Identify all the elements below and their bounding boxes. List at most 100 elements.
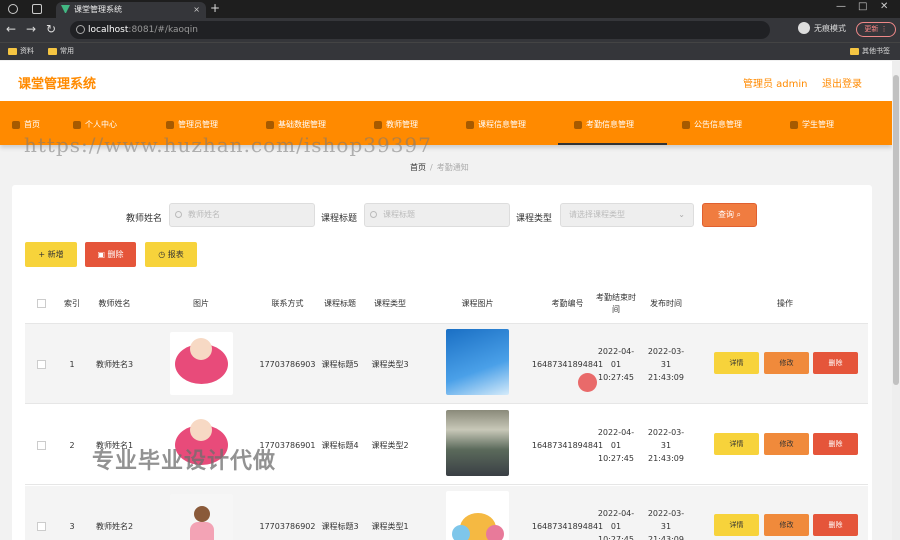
cell-course-type: 课程类型1 [371,521,409,531]
course-image [446,329,509,395]
nav-item-admins[interactable]: 管理员管理 [166,119,218,130]
search-icon [370,211,377,218]
search-button[interactable]: 查询 ⌕ [702,203,757,227]
cell-contact: 17703786902 [259,521,316,531]
nav-item-notices[interactable]: 公告信息管理 [682,119,742,130]
detail-button[interactable]: 详情 [714,433,759,455]
row-checkbox[interactable] [37,441,46,450]
delete-button[interactable]: ▣ 删除 [85,242,136,267]
logout-link[interactable]: 退出登录 [822,75,862,90]
photo-shape [190,338,212,360]
cell-course-type: 课程类型3 [371,359,409,369]
edit-button[interactable]: 修改 [764,352,809,374]
folder-icon [8,47,17,55]
course-type-select[interactable]: 请选择课程类型 ⌄ [560,203,694,227]
teacher-name-input[interactable]: 教师姓名 [169,203,315,227]
vue-favicon-icon [61,5,70,14]
cell-course-type: 课程类型2 [371,440,409,450]
scrollbar-thumb[interactable] [893,75,899,385]
browser-tab[interactable]: 课堂管理系统 × [56,2,206,18]
search-button-label: 查询 [717,210,734,219]
nav-item-attendance[interactable]: 考勤信息管理 [574,119,634,130]
photo-shape [190,522,214,540]
update-label: 更新 [864,25,879,33]
reload-icon[interactable]: ↻ [46,22,56,36]
incognito-icon [798,22,810,34]
url-input[interactable]: localhost:8081/#/kaoqin [70,21,770,39]
tab-title: 课堂管理系统 [74,5,122,14]
chart-icon: ◷ [158,250,168,259]
nav-label: 课程信息管理 [478,120,526,129]
detail-button[interactable]: 详情 [714,514,759,536]
nav-item-home[interactable]: 首页 [12,119,40,130]
folder-icon [48,47,57,55]
cell-course-title: 课程标题3 [321,521,359,531]
profile-button[interactable]: 无痕模式 [798,22,846,34]
cell-index: 3 [69,521,75,531]
row-checkbox[interactable] [37,522,46,531]
nav-item-students[interactable]: 学生管理 [790,119,834,130]
row-delete-button[interactable]: 删除 [813,514,858,536]
bookmark-folder[interactable]: 资料 [8,46,34,56]
col-attendance-no: 考勤编号 [551,298,584,308]
student-icon [790,120,798,129]
detail-button[interactable]: 详情 [714,352,759,374]
report-button[interactable]: ◷ 报表 [145,242,197,267]
col-ops: 操作 [777,298,793,308]
course-title-label: 课程标题 [321,214,358,224]
breadcrumb-home[interactable]: 首页 [410,163,426,172]
globe-icon[interactable] [8,4,18,14]
breadcrumb-separator: / [430,163,433,172]
update-button[interactable]: 更新 ⋮ [856,22,896,37]
select-all-checkbox[interactable] [37,299,46,308]
admin-icon [166,120,174,129]
col-course-image: 课程图片 [461,298,494,308]
nav-item-profile[interactable]: 个人中心 [73,119,117,130]
cell-teacher: 教师姓名2 [95,521,134,531]
table-row[interactable]: 3 教师姓名2 17703786902 课程标题3 课程类型1 16487341… [25,486,868,540]
nav-label: 基础数据管理 [278,120,326,129]
nav-item-basic-data[interactable]: 基础数据管理 [266,119,326,130]
forward-icon[interactable]: → [26,22,36,36]
site-header: 课堂管理系统 管理员 admin 退出登录 [0,61,892,101]
maximize-icon[interactable]: □ [858,1,867,12]
cell-attendance-no: 16487341894841 [531,521,604,531]
edit-button[interactable]: 修改 [764,514,809,536]
course-image [446,491,509,540]
admin-label: 管理员 admin [743,79,808,90]
row-checkbox[interactable] [37,360,46,369]
site-title: 课堂管理系统 [18,77,97,92]
nav-item-teachers[interactable]: 教师管理 [374,119,418,130]
new-tab-button[interactable]: + [210,1,220,15]
cell-attendance-no: 16487341894841 [531,359,604,369]
close-window-icon[interactable]: ✕ [880,1,888,12]
web-page: 课堂管理系统 管理员 admin 退出登录 首页 个人中心 管理员管理 基础数据… [0,61,892,540]
notice-icon [682,120,690,129]
row-delete-button[interactable]: 删除 [813,352,858,374]
nav-label: 管理员管理 [178,120,218,129]
course-title-input[interactable]: 课程标题 [364,203,510,227]
search-icon [175,211,182,218]
col-image: 图片 [193,298,209,308]
close-tab-icon[interactable]: × [193,2,200,17]
cell-course-title: 课程标题5 [321,359,359,369]
back-icon[interactable]: ← [6,22,16,36]
add-button[interactable]: + 新增 [25,242,77,267]
edit-button[interactable]: 修改 [764,433,809,455]
minimize-icon[interactable]: — [836,1,846,12]
chevron-down-icon: ⌄ [678,210,685,219]
teacher-photo [170,332,233,395]
teacher-icon [374,120,382,129]
cell-publish-time: 2022-03-31 21:43:09 [647,427,685,463]
other-bookmarks[interactable]: 其他书签 [850,46,890,56]
table-row[interactable]: 1 教师姓名3 17703786903 课程标题5 课程类型3 16487341… [25,324,868,404]
row-delete-button[interactable]: 删除 [813,433,858,455]
tab-overview-icon[interactable] [32,4,42,14]
site-info-icon[interactable] [76,25,85,34]
breadcrumb: 首页 / 考勤通知 [410,162,469,173]
bookmark-folder[interactable]: 常用 [48,46,74,56]
nav-item-courses[interactable]: 课程信息管理 [466,119,526,130]
more-icon: ⋮ [880,25,888,33]
cell-attendance-no: 16487341894841 [531,440,604,450]
cell-end-time: 2022-04-01 10:27:45 [597,427,635,463]
